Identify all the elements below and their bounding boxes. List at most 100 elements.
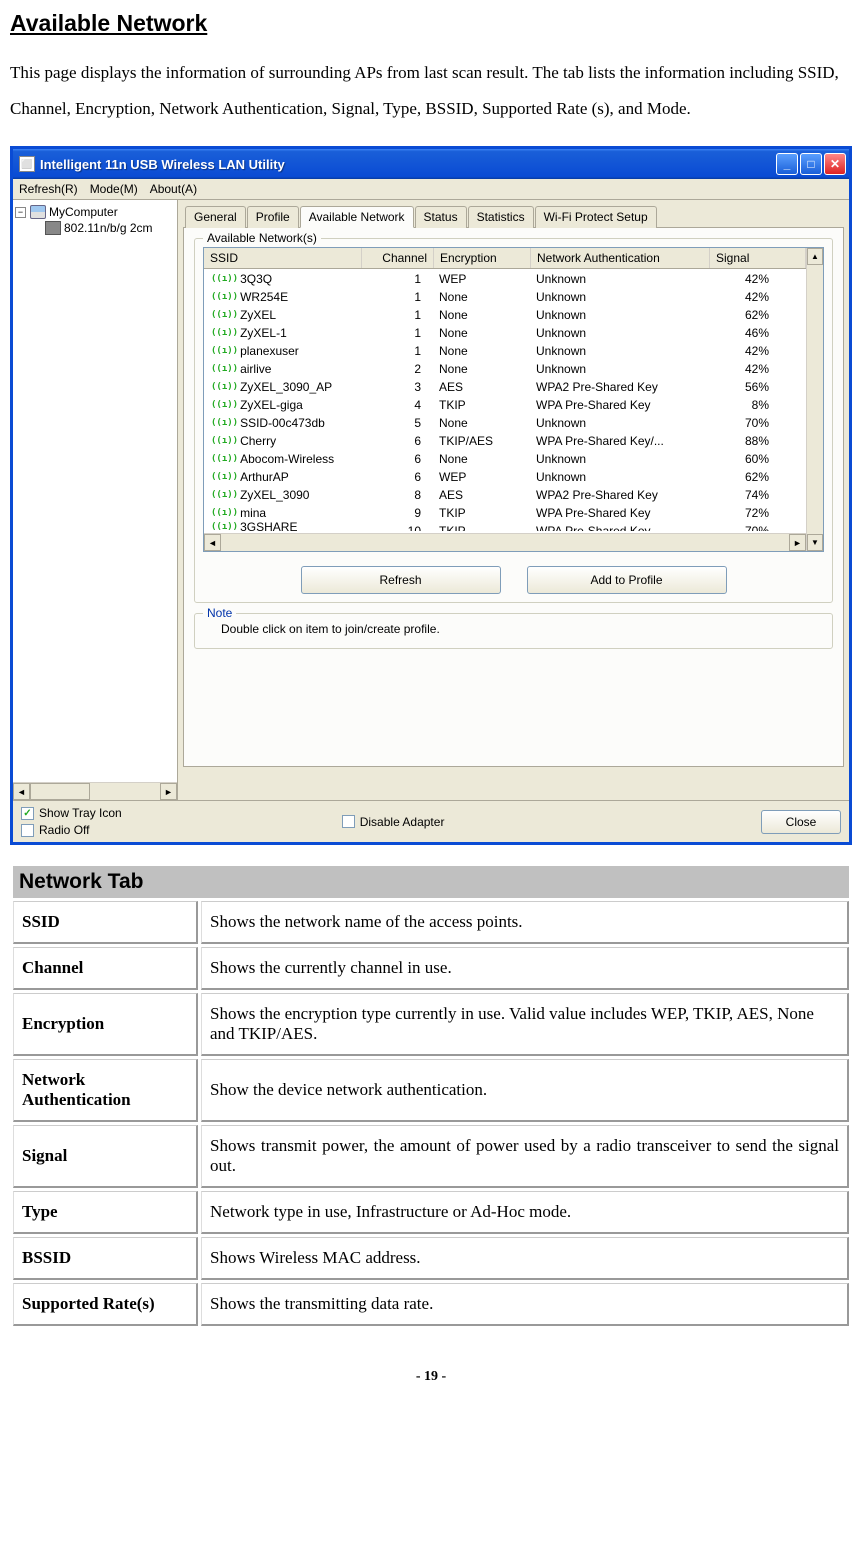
page-title: Available Network: [10, 10, 852, 37]
definition-row: TypeNetwork type in use, Infrastructure …: [13, 1191, 849, 1234]
scroll-left-icon[interactable]: ◄: [13, 783, 30, 800]
list-vscrollbar[interactable]: ▲ ▼: [806, 248, 823, 551]
encryption-cell: TKIP/AES: [435, 432, 532, 450]
signal-cell: 70%: [711, 522, 773, 531]
encryption-cell: None: [435, 450, 532, 468]
tab-general[interactable]: General: [185, 206, 246, 228]
network-row[interactable]: ((ı))ZyXEL_3090_AP3AESWPA2 Pre-Shared Ke…: [204, 378, 806, 396]
signal-icon: ((ı)): [211, 342, 238, 360]
definition-desc: Show the device network authentication.: [201, 1059, 849, 1122]
ssid-cell: ZyXEL-giga: [240, 396, 303, 414]
col-channel[interactable]: Channel: [362, 248, 434, 268]
tab-statistics[interactable]: Statistics: [468, 206, 534, 228]
network-row[interactable]: ((ı))3GSHARE10TKIPWPA Pre-Shared Key70%: [204, 522, 806, 531]
signal-icon: ((ı)): [211, 360, 238, 378]
definition-row: BSSIDShows Wireless MAC address.: [13, 1237, 849, 1280]
network-row[interactable]: ((ı))ZyXEL-11NoneUnknown46%: [204, 324, 806, 342]
definition-desc: Shows the network name of the access poi…: [201, 901, 849, 944]
add-to-profile-button[interactable]: Add to Profile: [527, 566, 727, 594]
tab-status[interactable]: Status: [415, 206, 467, 228]
network-row[interactable]: ((ı))mina9TKIPWPA Pre-Shared Key72%: [204, 504, 806, 522]
list-hscrollbar[interactable]: ◄ ►: [204, 533, 806, 551]
ssid-cell: 3Q3Q: [240, 270, 272, 288]
ssid-cell: mina: [240, 504, 266, 522]
col-ssid[interactable]: SSID: [204, 248, 362, 268]
close-button[interactable]: Close: [761, 810, 841, 834]
tree-root[interactable]: − MyComputer: [15, 204, 175, 220]
signal-cell: 42%: [711, 342, 773, 360]
col-auth[interactable]: Network Authentication: [531, 248, 710, 268]
scroll-thumb[interactable]: [30, 783, 90, 800]
network-row[interactable]: ((ı))SSID-00c473db5NoneUnknown70%: [204, 414, 806, 432]
network-row[interactable]: ((ı))airlive2NoneUnknown42%: [204, 360, 806, 378]
definition-desc: Shows transmit power, the amount of powe…: [201, 1125, 849, 1188]
titlebar: ⬜ Intelligent 11n USB Wireless LAN Utili…: [13, 149, 849, 179]
definition-row: SignalShows transmit power, the amount o…: [13, 1125, 849, 1188]
tree-scrollbar[interactable]: ◄ ►: [13, 782, 177, 800]
encryption-cell: None: [435, 306, 532, 324]
definition-desc: Shows the currently channel in use.: [201, 947, 849, 990]
ssid-cell: Abocom-Wireless: [240, 450, 334, 468]
auth-cell: WPA Pre-Shared Key/...: [532, 432, 711, 450]
minimize-button[interactable]: _: [776, 153, 798, 175]
encryption-cell: TKIP: [435, 522, 532, 531]
channel-cell: 1: [363, 270, 435, 288]
list-scroll-right-icon[interactable]: ►: [789, 534, 806, 551]
computer-icon: [30, 205, 46, 219]
refresh-button[interactable]: Refresh: [301, 566, 501, 594]
signal-cell: 42%: [711, 270, 773, 288]
network-row[interactable]: ((ı))ZyXEL_30908AESWPA2 Pre-Shared Key74…: [204, 486, 806, 504]
network-row[interactable]: ((ı))Abocom-Wireless6NoneUnknown60%: [204, 450, 806, 468]
network-row[interactable]: ((ı))Cherry6TKIP/AESWPA Pre-Shared Key/.…: [204, 432, 806, 450]
network-row[interactable]: ((ı))ZyXEL-giga4TKIPWPA Pre-Shared Key8%: [204, 396, 806, 414]
channel-cell: 2: [363, 360, 435, 378]
tab-strip: General Profile Available Network Status…: [185, 205, 844, 227]
col-encryption[interactable]: Encryption: [434, 248, 531, 268]
list-scroll-left-icon[interactable]: ◄: [204, 534, 221, 551]
tree-collapse-icon[interactable]: −: [15, 207, 26, 218]
show-tray-checkbox[interactable]: ✓ Show Tray Icon: [21, 806, 122, 820]
channel-cell: 1: [363, 288, 435, 306]
channel-cell: 1: [363, 324, 435, 342]
checkbox-checked-icon: ✓: [21, 807, 34, 820]
definition-label: Channel: [13, 947, 198, 990]
network-row[interactable]: ((ı))planexuser1NoneUnknown42%: [204, 342, 806, 360]
network-row[interactable]: ((ı))3Q3Q1WEPUnknown42%: [204, 270, 806, 288]
auth-cell: Unknown: [532, 270, 711, 288]
signal-icon: ((ı)): [211, 270, 238, 288]
tab-body: Available Network(s) SSID Channel Encryp…: [183, 227, 844, 767]
menu-refresh[interactable]: Refresh(R): [19, 182, 78, 196]
auth-cell: Unknown: [532, 342, 711, 360]
ssid-cell: ZyXEL_3090: [240, 486, 309, 504]
channel-cell: 6: [363, 450, 435, 468]
radio-off-checkbox[interactable]: Radio Off: [21, 823, 122, 837]
network-row[interactable]: ((ı))ZyXEL1NoneUnknown62%: [204, 306, 806, 324]
auth-cell: WPA Pre-Shared Key: [532, 504, 711, 522]
channel-cell: 8: [363, 486, 435, 504]
tab-wps[interactable]: Wi-Fi Protect Setup: [535, 206, 657, 228]
signal-cell: 8%: [711, 396, 773, 414]
tab-available-network[interactable]: Available Network: [300, 206, 414, 228]
window-title: Intelligent 11n USB Wireless LAN Utility: [40, 157, 776, 172]
ssid-cell: ArthurAP: [240, 468, 289, 486]
tab-profile[interactable]: Profile: [247, 206, 299, 228]
channel-cell: 3: [363, 378, 435, 396]
close-window-button[interactable]: ✕: [824, 153, 846, 175]
group-label: Available Network(s): [203, 231, 321, 245]
network-row[interactable]: ((ı))ArthurAP6WEPUnknown62%: [204, 468, 806, 486]
menu-about[interactable]: About(A): [150, 182, 197, 196]
tree-child[interactable]: 802.11n/b/g 2cm: [45, 220, 175, 236]
disable-adapter-checkbox[interactable]: Disable Adapter: [342, 815, 445, 829]
definition-label: Encryption: [13, 993, 198, 1056]
menu-mode[interactable]: Mode(M): [90, 182, 138, 196]
show-tray-label: Show Tray Icon: [39, 806, 122, 820]
col-signal[interactable]: Signal: [710, 248, 806, 268]
auth-cell: Unknown: [532, 360, 711, 378]
maximize-button[interactable]: □: [800, 153, 822, 175]
definition-row: Supported Rate(s)Shows the transmitting …: [13, 1283, 849, 1326]
list-scroll-down-icon[interactable]: ▼: [807, 534, 823, 551]
scroll-right-icon[interactable]: ►: [160, 783, 177, 800]
list-scroll-up-icon[interactable]: ▲: [807, 248, 823, 265]
auth-cell: WPA2 Pre-Shared Key: [532, 486, 711, 504]
network-row[interactable]: ((ı))WR254E1NoneUnknown42%: [204, 288, 806, 306]
